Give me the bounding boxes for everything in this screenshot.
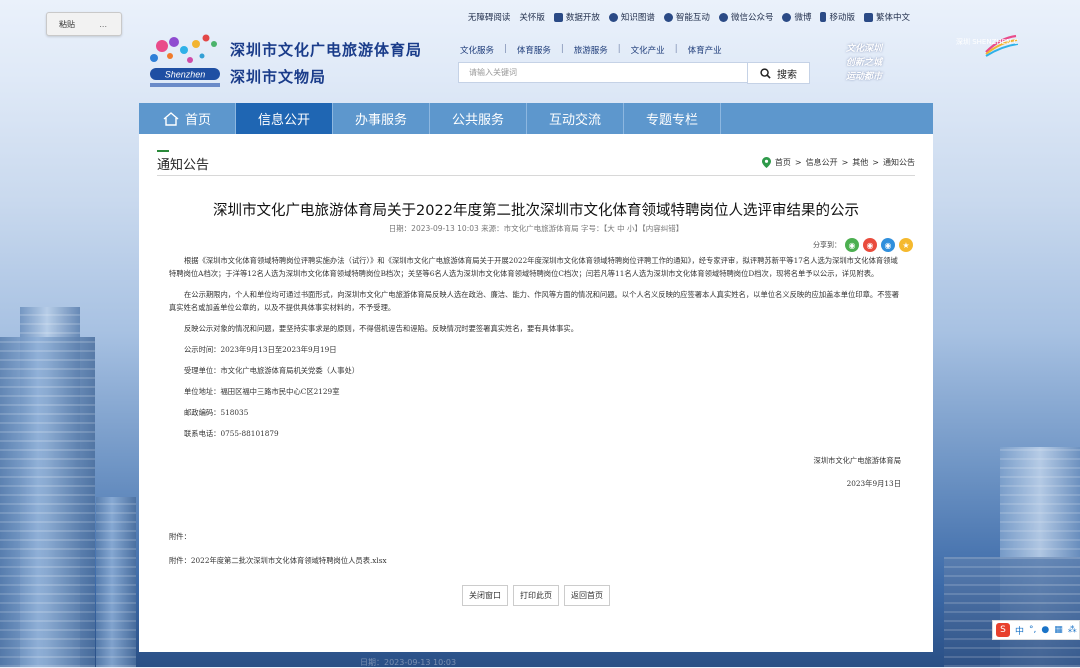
link-accessibility[interactable]: 无障碍阅读	[468, 11, 511, 23]
mobile-icon	[820, 12, 827, 22]
apps-icon[interactable]: ⁂	[1068, 625, 1077, 635]
qq-share-icon[interactable]: ◉	[881, 238, 895, 252]
breadcrumb-info[interactable]: 信息公开	[806, 157, 838, 168]
article-body: 根据《深圳市文化体育领域特聘岗位评聘实施办法（试行）》和《深圳市文化广电旅游体育…	[169, 254, 901, 490]
favorite-icon[interactable]: ★	[899, 238, 913, 252]
slogan: 文化深圳 创新之城 运动都市	[846, 44, 883, 82]
skyline-building	[944, 557, 1080, 667]
signature: 深圳市文化广电旅游体育局	[813, 456, 901, 465]
attachment-label: 附件：	[169, 532, 191, 541]
cat-link-sports-industry[interactable]: 体育产业	[688, 44, 722, 56]
svg-text:深圳 SHENZHEN CHINA: 深圳 SHENZHEN CHINA	[956, 37, 1018, 46]
home-icon	[163, 111, 179, 126]
ime-toolbar[interactable]: S 中 °, ● ▦ ⁂	[992, 620, 1080, 640]
site-name: 深圳市文化广电旅游体育局	[230, 41, 423, 59]
close-window-button[interactable]: 关闭窗口	[462, 585, 508, 606]
paragraph: 反映公示对象的情况和问题，要坚持实事求是的原则，不得借机诬告和诬陷。反映情况时要…	[184, 324, 579, 333]
utility-bar: 无障碍阅读 关怀版 数据开放 知识图谱 智能互动 微信公众号 微博 移动版 繁体…	[468, 11, 910, 23]
article-title: 深圳市文化广电旅游体育局关于2022年度第二批次深圳市文化体育领域特聘岗位人选评…	[213, 203, 859, 219]
search-button[interactable]: 搜索	[747, 62, 810, 84]
traditional-chinese-icon	[863, 12, 873, 22]
link-wechat[interactable]: 微信公众号	[718, 11, 773, 23]
section-title: 通知公告	[157, 150, 209, 173]
clipboard-widget[interactable]: 粘贴 ...	[46, 12, 122, 36]
chat-icon	[663, 12, 673, 22]
paragraph: 单位地址：福田区福中三路市民中心C区2129室	[184, 387, 340, 396]
logo-flower-icon	[150, 34, 217, 63]
ime-language[interactable]: 中	[1015, 624, 1024, 637]
shenzhen-brand-logo: 深圳 SHENZHEN CHINA	[956, 34, 1018, 57]
divider: |	[504, 44, 507, 54]
sogou-logo-icon: S	[996, 623, 1010, 637]
keyboard-icon[interactable]: ▦	[1054, 625, 1063, 635]
attachment-link[interactable]: 附件：2022年度第二批次深圳市文化体育领域特聘岗位人员表.xlsx	[169, 556, 387, 566]
nav-filler	[721, 103, 933, 134]
graph-icon	[608, 12, 618, 22]
nav-interaction[interactable]: 互动交流	[527, 103, 624, 134]
site-subname: 深圳市文物局	[230, 68, 327, 86]
share-bar: 分享到： ◉ ◉ ◉ ★	[813, 238, 913, 252]
link-elderly-mode[interactable]: 关怀版	[519, 11, 545, 23]
paste-button[interactable]: 粘贴	[47, 19, 83, 30]
signature-date: 2023年9月13日	[846, 479, 901, 488]
breadcrumb-other[interactable]: 其他	[852, 157, 868, 168]
paragraph: 联系电话：0755-88101879	[184, 429, 279, 438]
wechat-share-icon[interactable]: ◉	[845, 238, 859, 252]
main-nav: 首页 信息公开 办事服务 公共服务 互动交流 专题专栏	[139, 103, 933, 134]
nav-services[interactable]: 办事服务	[333, 103, 430, 134]
link-smart-interaction[interactable]: 智能互动	[663, 11, 710, 23]
cat-link-tourism[interactable]: 旅游服务	[574, 44, 608, 56]
paragraph: 在公示期限内，个人和单位均可通过书面形式，向深圳市文化广电旅游体育局反映人选在政…	[169, 290, 900, 312]
category-links: 文化服务 | 体育服务 | 旅游服务 | 文化产业 | 体育产业	[460, 44, 722, 56]
paragraph: 根据《深圳市文化体育领域特聘岗位评聘实施办法（试行）》和《深圳市文化广电旅游体育…	[169, 256, 898, 278]
logo-wordmark: Shenzhen	[165, 70, 206, 80]
more-button[interactable]: ...	[87, 20, 121, 29]
link-mobile[interactable]: 移动版	[820, 11, 855, 23]
link-traditional-chinese[interactable]: 繁体中文	[863, 11, 910, 23]
paragraph: 受理单位：市文化广电旅游体育局机关党委（人事处）	[184, 366, 360, 375]
bar-chart-icon	[553, 12, 563, 22]
location-pin-icon	[761, 157, 771, 168]
footer-hint: 日期：2023-09-13 10:03	[360, 658, 457, 667]
action-buttons: 关闭窗口 打印此页 返回首页	[139, 585, 933, 606]
link-knowledge-graph[interactable]: 知识图谱	[608, 11, 655, 23]
microphone-icon[interactable]: ●	[1041, 625, 1049, 635]
section-divider	[157, 175, 915, 176]
skyline-building	[0, 337, 95, 667]
divider: |	[617, 44, 621, 54]
link-open-data[interactable]: 数据开放	[553, 11, 600, 23]
content-card: 通知公告 首页 > 信息公开 > 其他 > 通知公告 深圳市文化广电旅游体育局关于20…	[139, 134, 933, 652]
back-home-button[interactable]: 返回首页	[564, 585, 610, 606]
nav-info-disclosure[interactable]: 信息公开	[236, 103, 333, 134]
breadcrumb-notice[interactable]: 通知公告	[883, 157, 915, 168]
weibo-icon	[782, 12, 792, 22]
site-logo[interactable]: Shenzhen	[140, 30, 228, 92]
print-button[interactable]: 打印此页	[513, 585, 559, 606]
cat-link-culture-industry[interactable]: 文化产业	[631, 44, 665, 56]
paragraph: 公示时间：2023年9月13日至2023年9月19日	[184, 345, 337, 354]
search-input[interactable]: 请输入关键词	[458, 62, 748, 83]
nav-public-services[interactable]: 公共服务	[430, 103, 527, 134]
weibo-share-icon[interactable]: ◉	[863, 238, 877, 252]
cat-link-culture[interactable]: 文化服务	[460, 44, 494, 56]
article-meta: 日期：2023-09-13 10:03 来源：市文化广电旅游体育局 字号：【大 …	[388, 224, 684, 233]
cat-link-sports[interactable]: 体育服务	[517, 44, 551, 56]
wechat-icon	[718, 12, 728, 22]
link-weibo[interactable]: 微博	[782, 11, 811, 23]
divider: |	[674, 44, 678, 54]
nav-home[interactable]: 首页	[139, 103, 236, 134]
punctuation-icon[interactable]: °,	[1029, 625, 1036, 635]
search-icon	[760, 67, 771, 79]
nav-special-topics[interactable]: 专题专栏	[624, 103, 721, 134]
paragraph: 邮政编码：518035	[184, 408, 249, 417]
breadcrumb: 首页 > 信息公开 > 其他 > 通知公告	[761, 157, 915, 168]
skyline-building	[96, 497, 136, 667]
breadcrumb-home[interactable]: 首页	[775, 157, 791, 168]
divider: |	[560, 44, 564, 54]
